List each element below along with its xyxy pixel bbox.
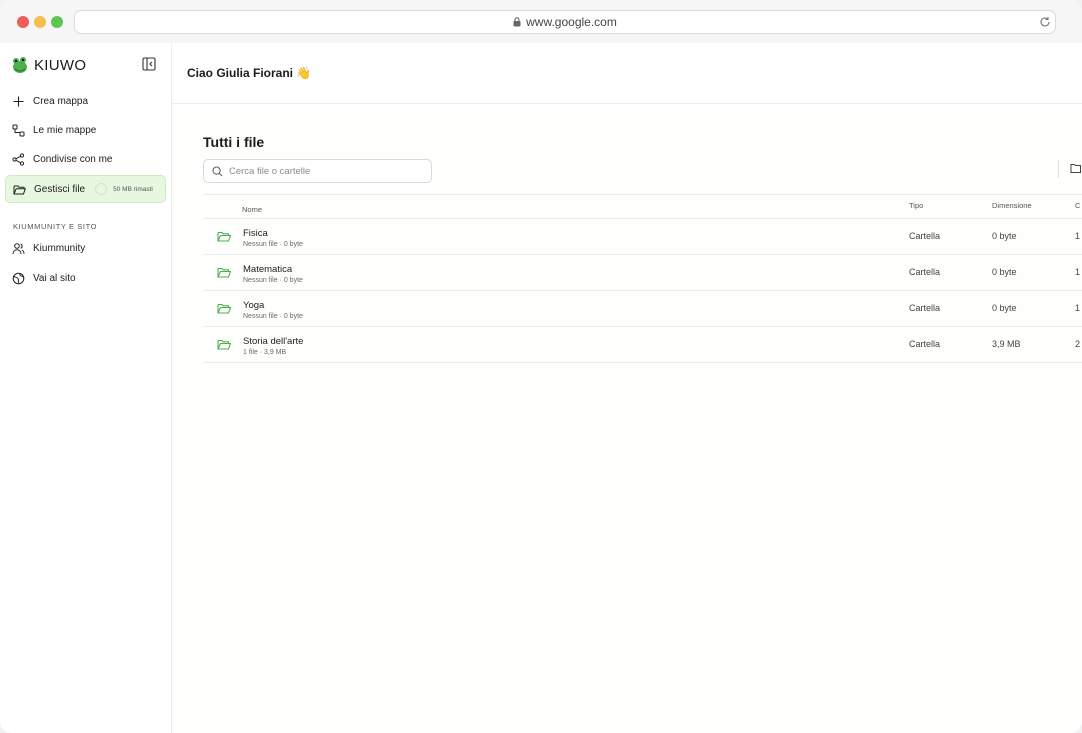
files-table: Nome Tipo Dimensione C Fisica Nessun fil… [203,194,1082,363]
column-header-extra[interactable]: C [1075,201,1080,210]
column-header-type[interactable]: Tipo [909,201,923,210]
users-icon [12,242,25,254]
file-extra: 1 [1075,267,1081,277]
new-folder-icon[interactable] [1070,162,1082,174]
folder-icon [217,339,231,350]
sidebar-item-condivise-con-me[interactable]: Condivise con me [5,145,166,173]
folder-icon [217,231,231,242]
share-icon [12,152,25,166]
browser-toolbar: www.google.com [0,0,1082,43]
table-row[interactable]: Storia dell'arte 1 file · 3,9 MB Cartell… [203,327,1082,363]
page-title: Tutti i file [203,134,265,150]
url-text: www.google.com [526,15,617,29]
file-name[interactable]: Matematica [243,264,292,275]
folder-open-icon [13,185,26,194]
main-content: Ciao Giulia Fiorani 👋 Tutti i file Nome … [172,43,1082,733]
brand[interactable]: KIUWO [10,55,86,75]
sidebar-item-gestisci-file[interactable]: Gestisci file 50 MB rimasti [5,175,166,203]
column-header-size[interactable]: Dimensione [992,201,1032,210]
brand-name: KIUWO [34,56,87,74]
file-name[interactable]: Storia dell'arte [243,336,303,347]
sidebar-item-label: Gestisci file [34,183,86,195]
sidebar-item-kiummunity[interactable]: Kiummunity [5,234,166,262]
reload-icon[interactable] [1038,15,1052,29]
file-size: 0 byte [992,303,1017,313]
file-name[interactable]: Yoga [243,300,264,311]
table-row[interactable]: Fisica Nessun file · 0 byte Cartella 0 b… [203,219,1082,255]
file-meta: 1 file · 3,9 MB [243,349,287,356]
file-size: 0 byte [992,267,1017,277]
table-row[interactable]: Matematica Nessun file · 0 byte Cartella… [203,255,1082,291]
sidebar-item-label: Condivise con me [33,153,113,165]
file-extra: 2 [1075,339,1081,349]
greeting: Ciao Giulia Fiorani 👋 [187,66,312,80]
file-extra: 1 [1075,231,1081,241]
plus-icon [13,96,24,106]
collapse-sidebar-icon[interactable] [142,57,156,71]
search-icon [212,165,223,176]
sidebar-item-label: Le mie mappe [33,124,97,136]
maps-icon [12,124,25,136]
sidebar-item-crea-mappa[interactable]: Crea mappa [5,87,166,115]
storage-quota-text: 50 MB rimasti [113,185,153,193]
maximize-window-button[interactable] [51,16,63,28]
column-header-name[interactable]: Nome [242,205,262,214]
file-size: 0 byte [992,231,1017,241]
file-type: Cartella [909,231,941,241]
file-extra: 1 [1075,303,1081,313]
sidebar-item-label: Vai al sito [33,272,76,284]
minimize-window-button[interactable] [34,16,46,28]
sidebar: KIUWO Crea mappa Le mie mappe Condivise … [0,43,172,733]
file-type: Cartella [909,267,941,277]
toolbar-divider [1058,160,1059,178]
sidebar-item-vai-al-sito[interactable]: Vai al sito [5,264,166,292]
close-window-button[interactable] [17,16,29,28]
lock-icon [513,17,521,27]
search-input[interactable] [229,165,419,177]
storage-quota: 50 MB rimasti [95,183,153,195]
file-meta: Nessun file · 0 byte [243,277,303,284]
table-header: Nome Tipo Dimensione C [203,194,1082,219]
frog-logo-icon [13,57,27,73]
browser-window: www.google.com KIUWO Crea mappa Le mie m… [0,0,1082,733]
folder-icon [217,303,231,314]
file-type: Cartella [909,339,941,349]
file-name[interactable]: Fisica [243,228,268,239]
table-row[interactable]: Yoga Nessun file · 0 byte Cartella 0 byt… [203,291,1082,327]
sidebar-item-label: Crea mappa [33,95,89,107]
sidebar-item-label: Kiummunity [33,242,86,254]
globe-icon [12,272,25,284]
file-meta: Nessun file · 0 byte [243,241,303,248]
folder-icon [217,267,231,278]
file-type: Cartella [909,303,941,313]
sidebar-item-le-mie-mappe[interactable]: Le mie mappe [5,116,166,144]
section-label: KIUMMUNITY E SITO [13,222,98,231]
storage-progress-ring [95,183,108,195]
file-meta: Nessun file · 0 byte [243,313,303,320]
file-size: 3,9 MB [992,339,1021,349]
top-bar: Ciao Giulia Fiorani 👋 [172,43,1082,104]
address-bar[interactable]: www.google.com [74,10,1056,34]
search-box[interactable] [203,159,432,183]
